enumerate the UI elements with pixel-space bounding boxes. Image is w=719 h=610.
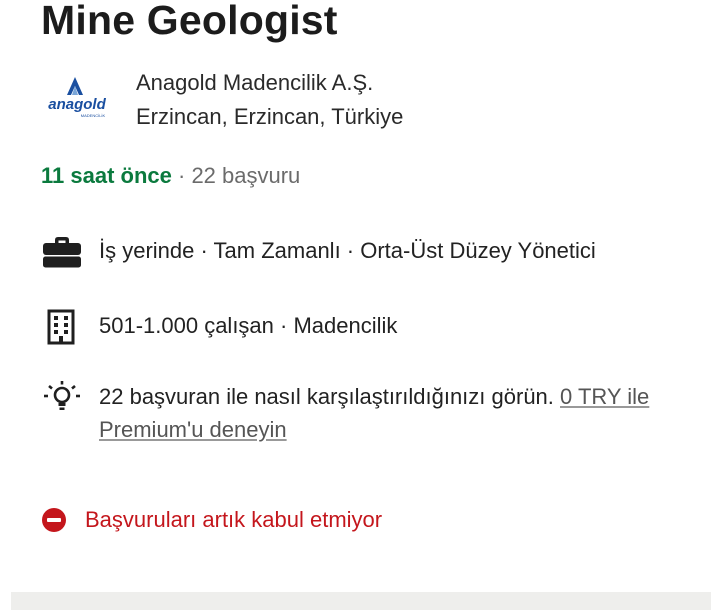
building-icon — [41, 309, 83, 345]
posted-time: 11 saat önce — [41, 163, 172, 188]
company-size-industry: 501-1.000 çalışan · Madencilik — [99, 313, 398, 338]
company-text: Anagold Madencilik A.Ş. Erzincan, Erzinc… — [136, 66, 403, 134]
job-title: Mine Geologist — [41, 0, 338, 43]
premium-insight-text: 22 başvuran ile nasıl karşılaştırıldığın… — [99, 380, 689, 446]
company-block: anagold MADENCİLİK Anagold Madencilik A.… — [41, 66, 681, 132]
company-logo-subtext: MADENCİLİK — [81, 113, 106, 118]
company-name[interactable]: Anagold Madencilik A.Ş. — [136, 66, 403, 100]
section-divider — [11, 592, 711, 610]
job-type-text: İş yerinde · Tam Zamanlı · Orta-Üst Düze… — [99, 238, 596, 263]
meta-separator: · — [171, 163, 192, 188]
job-meta: 11 saat önce · 22 başvuru — [41, 161, 300, 191]
company-logo[interactable]: anagold MADENCİLİK — [41, 75, 113, 121]
company-logo-wordmark: anagold — [48, 96, 106, 113]
no-entry-icon — [41, 507, 67, 533]
applications-closed-text: Başvuruları artık kabul etmiyor — [85, 507, 383, 532]
briefcase-icon — [41, 234, 83, 270]
lightbulb-icon — [41, 380, 83, 416]
job-location: Erzincan, Erzincan, Türkiye — [136, 104, 404, 129]
premium-insight-message: 22 başvuran ile nasıl karşılaştırıldığın… — [99, 384, 561, 409]
applicant-count: 22 başvuru — [191, 163, 301, 188]
job-details-panel: Mine Geologist anagold MADENCİLİK Anagol… — [0, 0, 719, 610]
